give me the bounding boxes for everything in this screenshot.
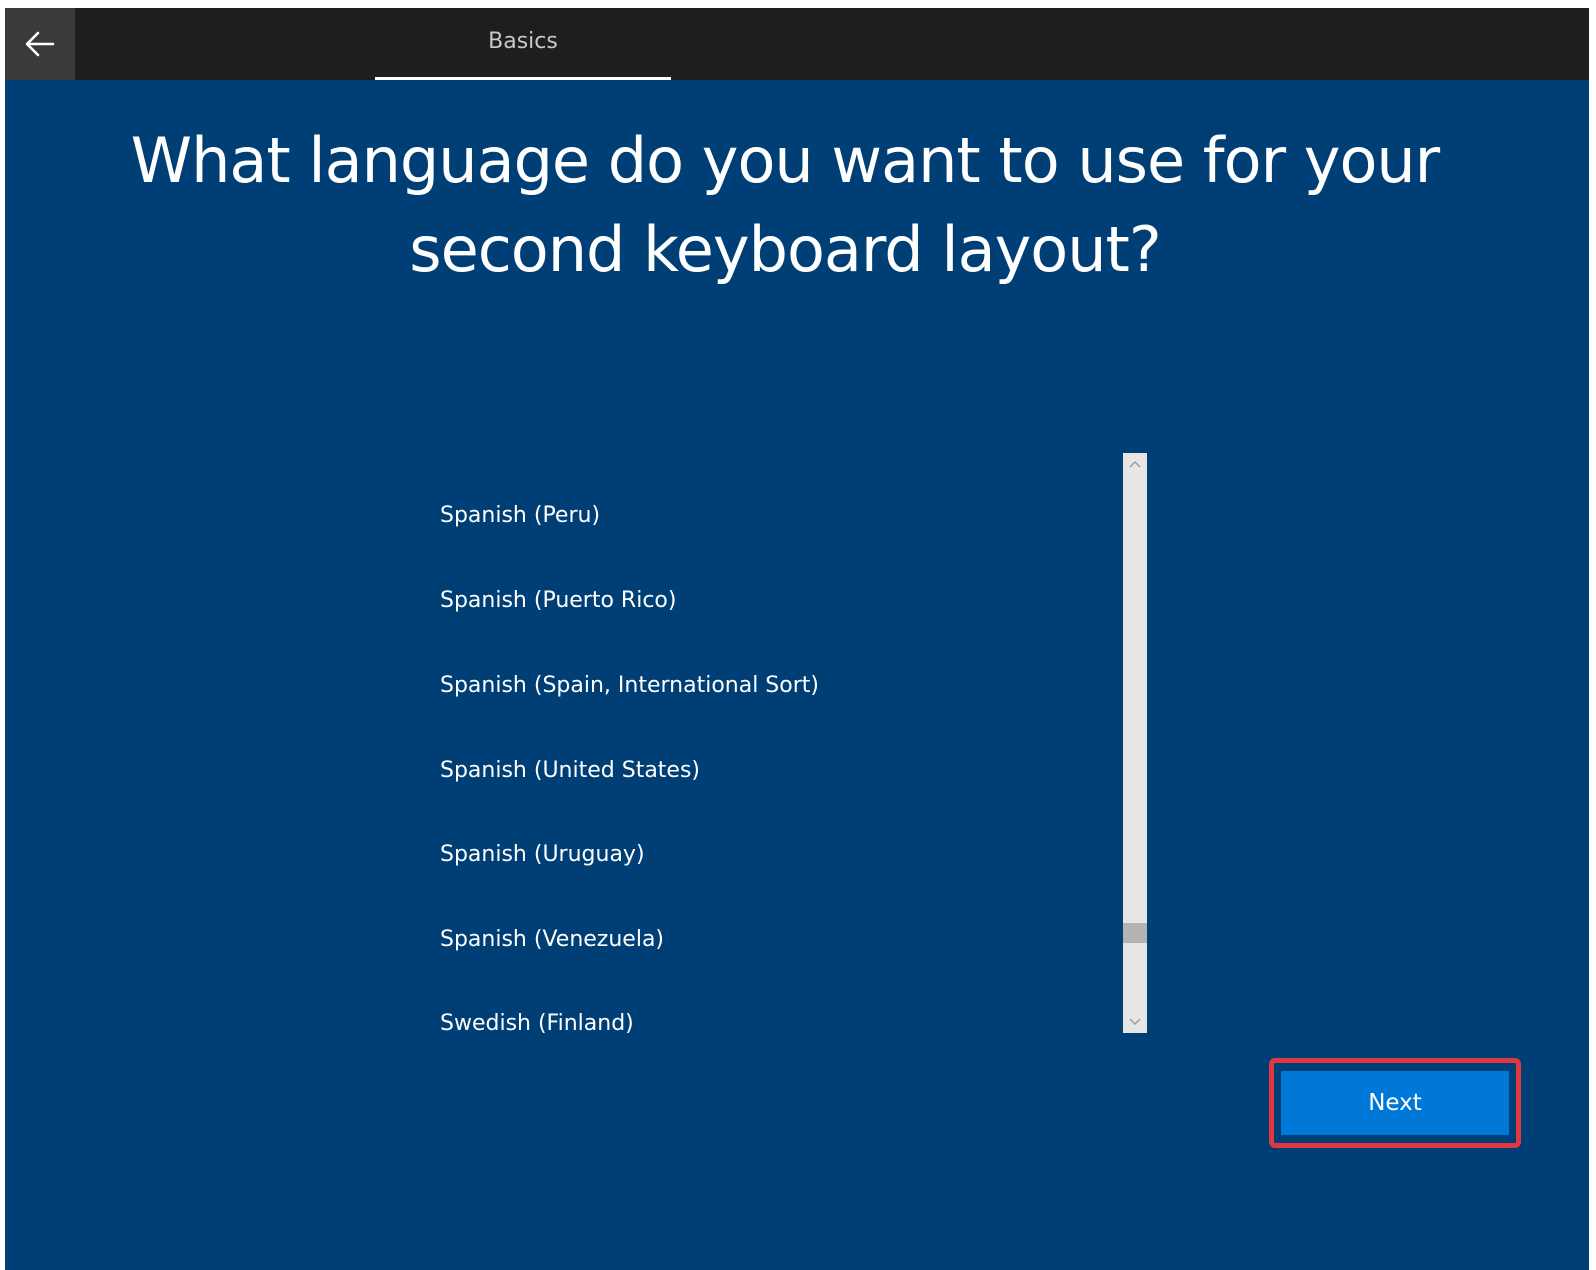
page-title-line-2: second keyboard layout? [409, 213, 1161, 286]
language-list-item[interactable]: Swedish (Finland) [440, 996, 1120, 1033]
scrollbar-thumb[interactable] [1123, 923, 1147, 943]
scroll-down-button[interactable] [1123, 1011, 1147, 1033]
list-scrollbar[interactable] [1123, 453, 1147, 1033]
language-list-item[interactable]: Spanish (United States) [440, 743, 1120, 799]
chevron-down-icon [1129, 1018, 1141, 1025]
language-list-item[interactable]: Spanish (Venezuela) [440, 912, 1120, 968]
arrow-left-icon [25, 31, 55, 57]
tab-basics[interactable]: Basics [375, 8, 671, 80]
language-list-item[interactable]: Spanish (Puerto Rico) [440, 573, 1120, 629]
chevron-up-icon [1129, 461, 1141, 468]
language-list-item[interactable]: Spanish (Uruguay) [440, 827, 1120, 883]
page-title-line-1: What language do you want to use for you… [130, 124, 1440, 197]
language-list-item[interactable]: Spanish (Spain, International Sort) [440, 658, 1120, 714]
language-list-item[interactable]: Spanish (Peru) [440, 488, 1120, 544]
back-button[interactable] [5, 8, 75, 80]
tab-basics-label: Basics [488, 29, 558, 54]
tab-active-indicator [375, 77, 671, 80]
next-button[interactable]: Next [1281, 1071, 1509, 1135]
top-bar: Basics [5, 8, 1589, 80]
language-list[interactable]: Spanish (Peru) Spanish (Puerto Rico) Spa… [440, 453, 1140, 1033]
scroll-up-button[interactable] [1123, 453, 1147, 475]
setup-window: Basics What language do you want to use … [5, 8, 1589, 1270]
page-title: What language do you want to use for you… [5, 116, 1565, 294]
